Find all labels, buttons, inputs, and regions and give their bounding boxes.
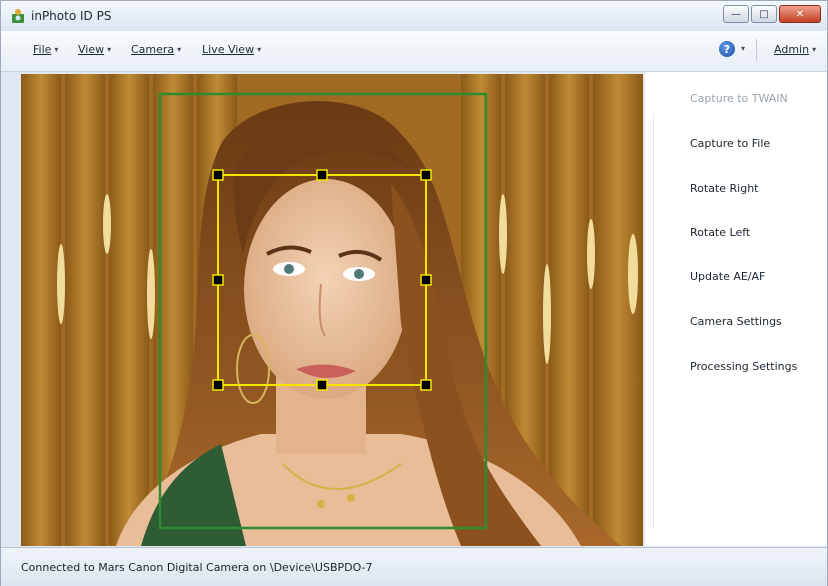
- chevron-down-icon: ▾: [54, 45, 59, 54]
- menu-admin-label: Admin: [774, 43, 810, 56]
- update-ae-af-button[interactable]: Update AE/AF: [690, 270, 765, 283]
- face-box-handle-bl[interactable]: [212, 379, 224, 391]
- window-title: inPhoto ID PS: [31, 9, 112, 23]
- photo-canvas: [21, 74, 643, 546]
- rotate-left-button[interactable]: Rotate Left: [690, 226, 750, 239]
- action-panel: Capture to TWAIN Capture to File Rotate …: [645, 72, 827, 546]
- minimize-button[interactable]: —: [723, 5, 749, 23]
- face-box-handle-ml[interactable]: [212, 274, 224, 286]
- face-box-handle-tc[interactable]: [316, 169, 328, 181]
- chevron-down-icon: ▾: [107, 45, 112, 54]
- menu-bar: File ▾ View ▾ Camera ▾ Live View ▾ ? ▾ A…: [1, 31, 827, 72]
- app-window: inPhoto ID PS — □ ✕ File ▾ View ▾ Camera…: [0, 0, 828, 586]
- menu-live-view[interactable]: Live View ▾: [202, 43, 261, 56]
- help-icon[interactable]: ?: [719, 41, 735, 57]
- menu-camera-label: Camera: [131, 43, 175, 56]
- face-box-handle-tl[interactable]: [212, 169, 224, 181]
- title-bar: inPhoto ID PS — □ ✕: [1, 1, 827, 32]
- window-controls: — □ ✕: [723, 5, 821, 25]
- menu-admin[interactable]: Admin ▾: [774, 43, 816, 56]
- processing-settings-button[interactable]: Processing Settings: [690, 360, 797, 373]
- camera-settings-button[interactable]: Camera Settings: [690, 315, 782, 328]
- menu-camera[interactable]: Camera ▾: [131, 43, 181, 56]
- status-text: Connected to Mars Canon Digital Camera o…: [21, 561, 373, 574]
- close-button[interactable]: ✕: [779, 5, 821, 23]
- face-box-handle-br[interactable]: [420, 379, 432, 391]
- menu-live-view-label: Live View: [202, 43, 255, 56]
- menu-separator: [756, 39, 757, 61]
- menu-view[interactable]: View ▾: [78, 43, 111, 56]
- chevron-down-icon: ▾: [177, 45, 182, 54]
- rotate-right-button[interactable]: Rotate Right: [690, 182, 758, 195]
- menu-file[interactable]: File ▾: [33, 43, 58, 56]
- live-view-image[interactable]: [21, 74, 643, 546]
- app-icon: [12, 9, 24, 23]
- help-chevron-down-icon[interactable]: ▾: [741, 44, 745, 53]
- face-box-handle-mr[interactable]: [420, 274, 432, 286]
- status-bar: Connected to Mars Canon Digital Camera o…: [1, 547, 827, 586]
- capture-to-file-button[interactable]: Capture to File: [690, 137, 770, 150]
- face-box-handle-tr[interactable]: [420, 169, 432, 181]
- maximize-button[interactable]: □: [751, 5, 777, 23]
- capture-to-twain-button[interactable]: Capture to TWAIN: [690, 92, 788, 105]
- chevron-down-icon: ▾: [812, 45, 817, 54]
- menu-view-label: View: [78, 43, 105, 56]
- menu-file-label: File: [33, 43, 52, 56]
- panel-separator: [653, 114, 654, 529]
- face-box-handle-bc[interactable]: [316, 379, 328, 391]
- chevron-down-icon: ▾: [257, 45, 262, 54]
